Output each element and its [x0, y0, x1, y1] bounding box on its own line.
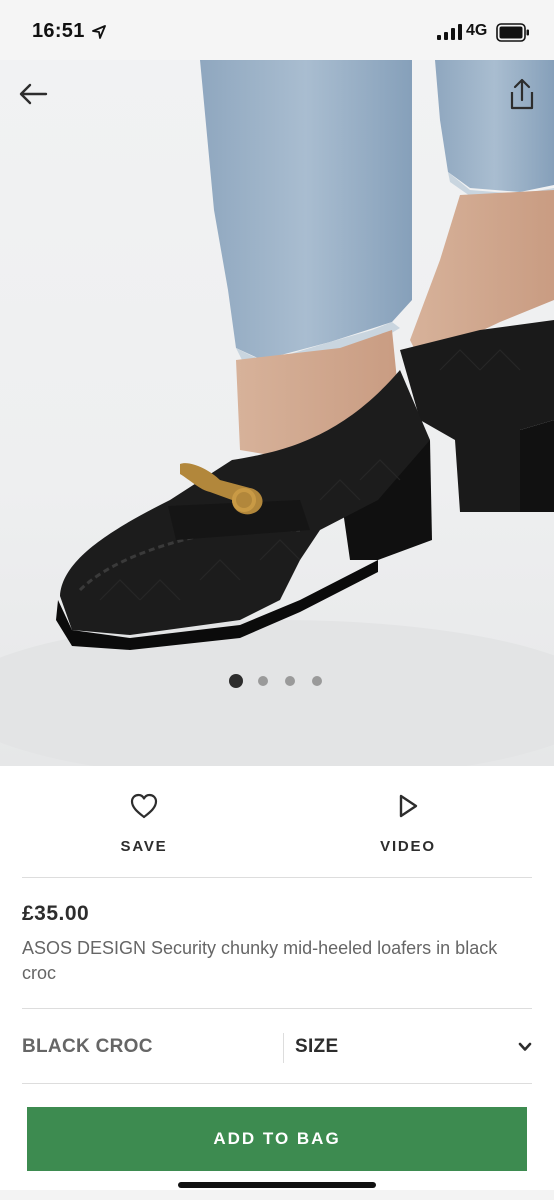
- save-button[interactable]: SAVE: [44, 766, 244, 878]
- heart-icon: [130, 793, 158, 819]
- video-label: VIDEO: [380, 838, 436, 855]
- variant-selectors: BLACK CROC SIZE: [22, 1008, 532, 1084]
- status-bar: 16:51 4G: [0, 0, 554, 60]
- gallery-dot[interactable]: [258, 676, 268, 686]
- play-icon: [399, 794, 418, 818]
- action-row: SAVE VIDEO: [22, 766, 532, 878]
- gallery-dot[interactable]: [312, 676, 322, 686]
- location-arrow-icon: [92, 25, 106, 39]
- chevron-down-icon: [518, 1042, 532, 1051]
- colour-label: BLACK CROC: [22, 1036, 153, 1057]
- product-image-gallery[interactable]: [0, 60, 554, 766]
- home-indicator: [178, 1182, 376, 1188]
- gallery-pagination: [0, 672, 554, 692]
- product-image: [0, 60, 554, 766]
- gallery-dot[interactable]: [285, 676, 295, 686]
- product-price: £35.00: [22, 902, 90, 925]
- back-arrow-icon[interactable]: [14, 76, 54, 112]
- share-icon[interactable]: [504, 74, 540, 114]
- video-button[interactable]: VIDEO: [308, 766, 508, 878]
- gallery-dot[interactable]: [229, 674, 243, 688]
- status-time: 16:51: [32, 20, 85, 42]
- size-label: SIZE: [295, 1036, 339, 1057]
- battery-icon: [496, 23, 529, 42]
- save-label: SAVE: [120, 838, 168, 855]
- network-type: 4G: [466, 22, 488, 39]
- bottom-strip: [0, 1190, 554, 1200]
- size-dropdown[interactable]: SIZE: [284, 1009, 532, 1085]
- product-title: ASOS DESIGN Security chunky mid-heeled l…: [22, 938, 498, 983]
- add-to-bag-label: ADD TO BAG: [213, 1129, 341, 1148]
- signal-icon: [437, 24, 462, 40]
- add-to-bag-button[interactable]: ADD TO BAG: [27, 1107, 527, 1171]
